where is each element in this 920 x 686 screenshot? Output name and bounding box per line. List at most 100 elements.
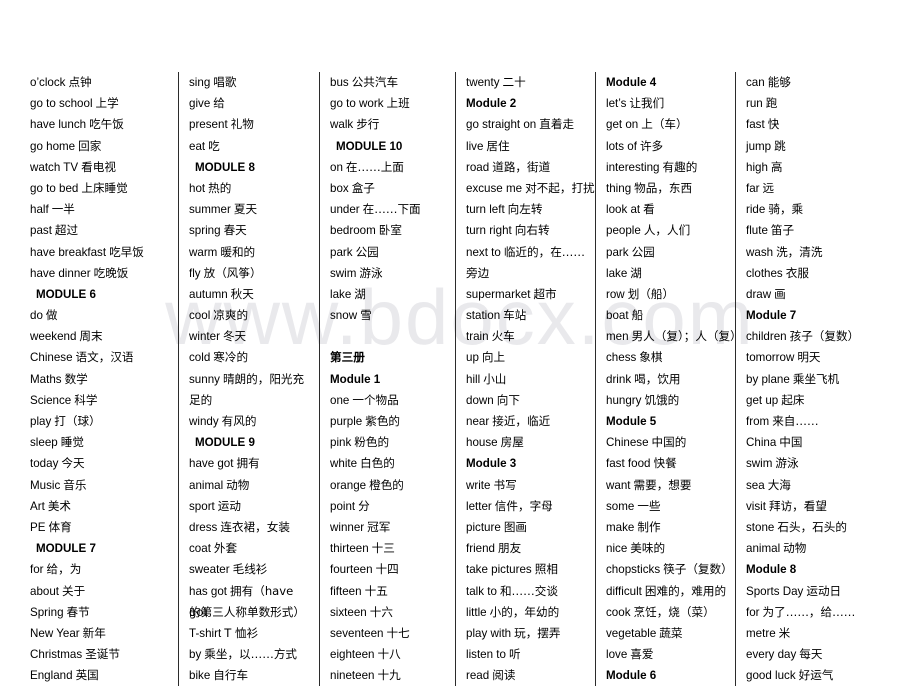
entry-term: sweater [189, 563, 230, 577]
entry-term: get on [606, 118, 639, 132]
entry-translation: 火车 [491, 329, 515, 344]
glossary-entry: give 给 [189, 93, 313, 114]
entry-term: love [606, 648, 628, 662]
entry-term: cold [189, 351, 211, 365]
entry-term: play with [466, 626, 512, 640]
entry-translation: 夏天 [233, 202, 258, 217]
entry-translation: 连衣裙，女装 [220, 519, 290, 534]
entry-term: warm [189, 245, 218, 259]
glossary-entry: by 乘坐，以……方式 [189, 644, 313, 665]
glossary-entry: half 一半 [30, 199, 172, 220]
entry-term: train [466, 330, 489, 344]
entry-translation: 阅读 [492, 668, 516, 683]
glossary-entry: up 向上 [466, 347, 589, 368]
entry-term: dress [189, 520, 218, 534]
entry-translation: 拜访，看望 [768, 498, 827, 513]
entry-translation: 给，为 [46, 562, 82, 577]
entry-translation: 人，人们 [643, 223, 691, 238]
entry-translation: 十三 [371, 541, 395, 556]
glossary-entry: lake 湖 [330, 284, 449, 305]
glossary-entry: turn right 向右转 [466, 220, 589, 241]
entry-translation: 有风的 [221, 414, 257, 428]
entry-translation: 冬天 [222, 329, 247, 344]
entry-term: summer [189, 203, 231, 217]
entry-translation: 烹饪，烧（菜） [633, 604, 715, 619]
entry-term: look at [606, 203, 641, 217]
glossary-entry: fast food 快餐 [606, 453, 729, 474]
entry-translation: 明天 [797, 350, 821, 365]
entry-term: by plane [746, 372, 790, 386]
entry-term: park [330, 245, 353, 259]
glossary-entry: weekend 周末 [30, 326, 172, 347]
glossary-entry: every day 每天 [746, 644, 879, 665]
entry-translation: 向下 [496, 392, 520, 407]
glossary-entry: walk 步行 [330, 114, 449, 135]
entry-term: have got [189, 457, 234, 471]
entry-translation: 步行 [356, 117, 380, 132]
entry-term: by [189, 648, 202, 662]
entry-translation: 语文，汉语 [75, 350, 134, 365]
entry-term: point [330, 499, 356, 513]
glossary-entry: bus 公共汽车 [330, 72, 449, 93]
entry-translation: 一个物品 [352, 392, 399, 407]
entry-translation: 临近的，在…… [503, 244, 585, 259]
glossary-entry: today 今天 [30, 453, 172, 474]
glossary-entry: picture 图画 [466, 517, 589, 538]
module-heading: Module 7 [746, 309, 797, 323]
entry-term: ride [746, 203, 766, 217]
glossary-entry: summer 夏天 [189, 199, 313, 220]
module-heading: MODULE 7 [36, 542, 96, 556]
glossary-entry: sweater 毛线衫 [189, 559, 313, 580]
entry-term: sport [189, 499, 215, 513]
glossary-entry: under 在……下面 [330, 199, 449, 220]
entry-term: for [30, 563, 44, 577]
entry-translation: 回家 [78, 138, 102, 153]
glossary-entry: swim 游泳 [746, 453, 879, 474]
glossary-entry: dress 连衣裙，女装 [189, 517, 313, 538]
entry-term: little [466, 605, 487, 619]
glossary-entry: supermarket 超市 [466, 284, 589, 305]
glossary-entry: England 英国 [30, 665, 172, 686]
entry-term: lake [330, 287, 352, 301]
glossary-entry: Spring 春节 [30, 602, 172, 623]
glossary-entry: flute 笛子 [746, 220, 879, 241]
entry-term: sixteen [330, 605, 367, 619]
entry-term: eat [189, 139, 206, 153]
glossary-entry: chess 象棋 [606, 347, 729, 368]
entry-translation: 直着走 [539, 117, 575, 132]
entry-translation: 看电视 [81, 159, 116, 174]
entry-term: run [746, 97, 763, 111]
glossary-entry: Music 音乐 [30, 475, 172, 496]
entry-translation: 接近，临近 [492, 414, 551, 428]
entry-translation: 十八 [377, 647, 401, 662]
entry-translation: 能够 [767, 75, 791, 89]
entry-translation: 一些 [637, 498, 661, 513]
entry-translation: 物品，东西 [634, 180, 693, 195]
entry-translation: 关于 [62, 583, 86, 598]
entry-translation: 对不起，打扰 [525, 180, 595, 195]
entry-term: England [30, 669, 73, 683]
entry-translation: 看 [643, 202, 655, 217]
entry-translation: 照相 [534, 562, 558, 577]
module-heading: Module 2 [466, 97, 517, 111]
glossary-entry: winner 冠军 [330, 517, 449, 538]
entry-translation: 卧室 [378, 223, 402, 238]
entry-term: have lunch [30, 118, 87, 132]
glossary-entry: lake 湖 [606, 263, 729, 284]
entry-translation: 有趣的 [662, 159, 698, 174]
entry-translation: 信件，字母 [494, 498, 553, 513]
entry-term: down [466, 393, 494, 407]
entry-translation: 分 [358, 498, 370, 513]
entry-term: windy [189, 415, 219, 428]
glossary-entry: sing 唱歌 [189, 72, 313, 93]
entry-term: talk to [466, 584, 497, 598]
entry-translation: 点钟 [68, 75, 92, 89]
module-heading: MODULE 8 [195, 160, 255, 174]
glossary-entry: have breakfast 吃早饭 [30, 242, 172, 263]
entry-translation: 放（风筝） [203, 265, 262, 280]
entry-term: half [30, 203, 49, 217]
entry-translation: T 恤衫 [224, 625, 259, 640]
entry-term: can [746, 76, 765, 89]
glossary-entry: sixteen 十六 [330, 602, 449, 623]
glossary-entry: chopsticks 筷子（复数） [606, 559, 733, 580]
